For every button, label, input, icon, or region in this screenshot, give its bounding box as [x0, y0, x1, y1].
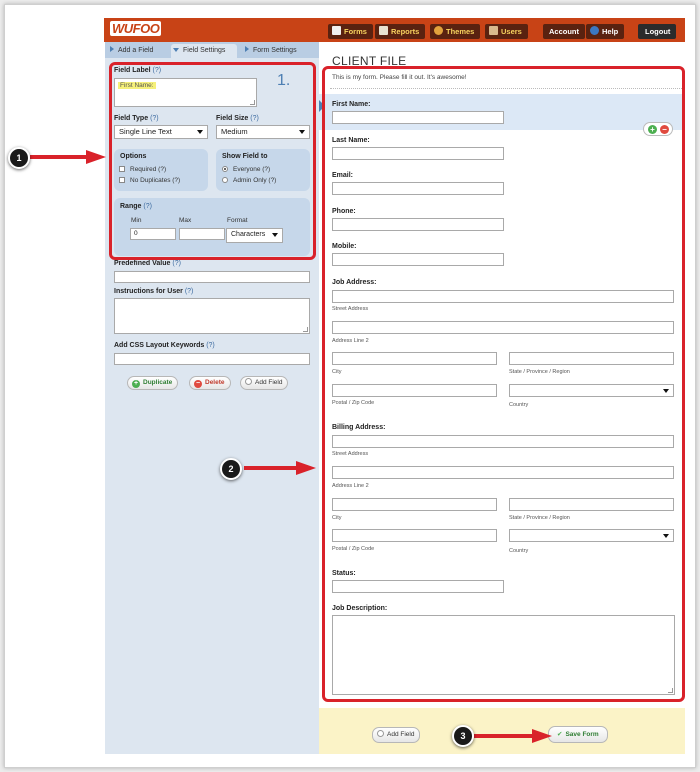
instructions-label: Instructions for User (?) — [114, 288, 194, 295]
css-keywords-label: Add CSS Layout Keywords (?) — [114, 342, 215, 349]
callout-1: 1 — [8, 147, 30, 169]
predefined-value-input[interactable] — [114, 271, 310, 283]
add-field-icon — [377, 730, 384, 737]
predefined-value-label: Predefined Value (?) — [114, 260, 181, 267]
triangle-right-icon — [245, 46, 249, 52]
minus-icon: − — [194, 380, 202, 388]
nav-reports[interactable]: Reports — [375, 24, 426, 39]
callout-2: 2 — [220, 458, 242, 480]
forms-icon — [332, 26, 341, 35]
duplicate-button[interactable]: + Duplicate — [127, 376, 179, 390]
css-keywords-input[interactable] — [114, 353, 310, 365]
nav-account[interactable]: Account — [543, 24, 585, 39]
users-icon — [489, 26, 498, 35]
callout-3: 3 — [452, 725, 474, 747]
instructions-textarea[interactable] — [114, 298, 310, 334]
save-form-button[interactable]: ✔ Save Form — [548, 726, 608, 743]
nav-forms[interactable]: Forms — [328, 24, 373, 39]
annotation-box-form — [322, 66, 685, 702]
check-icon: ✔ — [557, 731, 563, 738]
add-field-icon — [245, 378, 252, 385]
add-field-button[interactable]: Add Field — [372, 727, 421, 743]
triangle-down-icon — [173, 48, 179, 52]
themes-icon — [434, 26, 443, 35]
nav-help[interactable]: Help — [586, 24, 625, 39]
add-field-button-left[interactable]: Add Field — [240, 376, 289, 390]
tab-field-settings[interactable]: Field Settings — [171, 44, 237, 58]
reports-icon — [379, 26, 388, 35]
wufoo-logo[interactable]: WUFOO — [110, 21, 162, 36]
left-bottom-area — [105, 708, 319, 754]
resize-handle-icon[interactable] — [303, 327, 308, 332]
plus-icon: + — [132, 380, 140, 388]
help-icon — [590, 26, 599, 35]
delete-button[interactable]: − Delete — [189, 376, 231, 390]
tab-add-field[interactable]: Add a Field — [108, 44, 168, 58]
logout-button[interactable]: Logout — [638, 24, 677, 39]
nav-users[interactable]: Users — [485, 24, 528, 39]
nav-themes[interactable]: Themes — [430, 24, 481, 39]
annotation-box-field-settings — [109, 62, 316, 260]
triangle-right-icon — [110, 46, 114, 52]
tab-form-settings[interactable]: Form Settings — [243, 44, 313, 58]
